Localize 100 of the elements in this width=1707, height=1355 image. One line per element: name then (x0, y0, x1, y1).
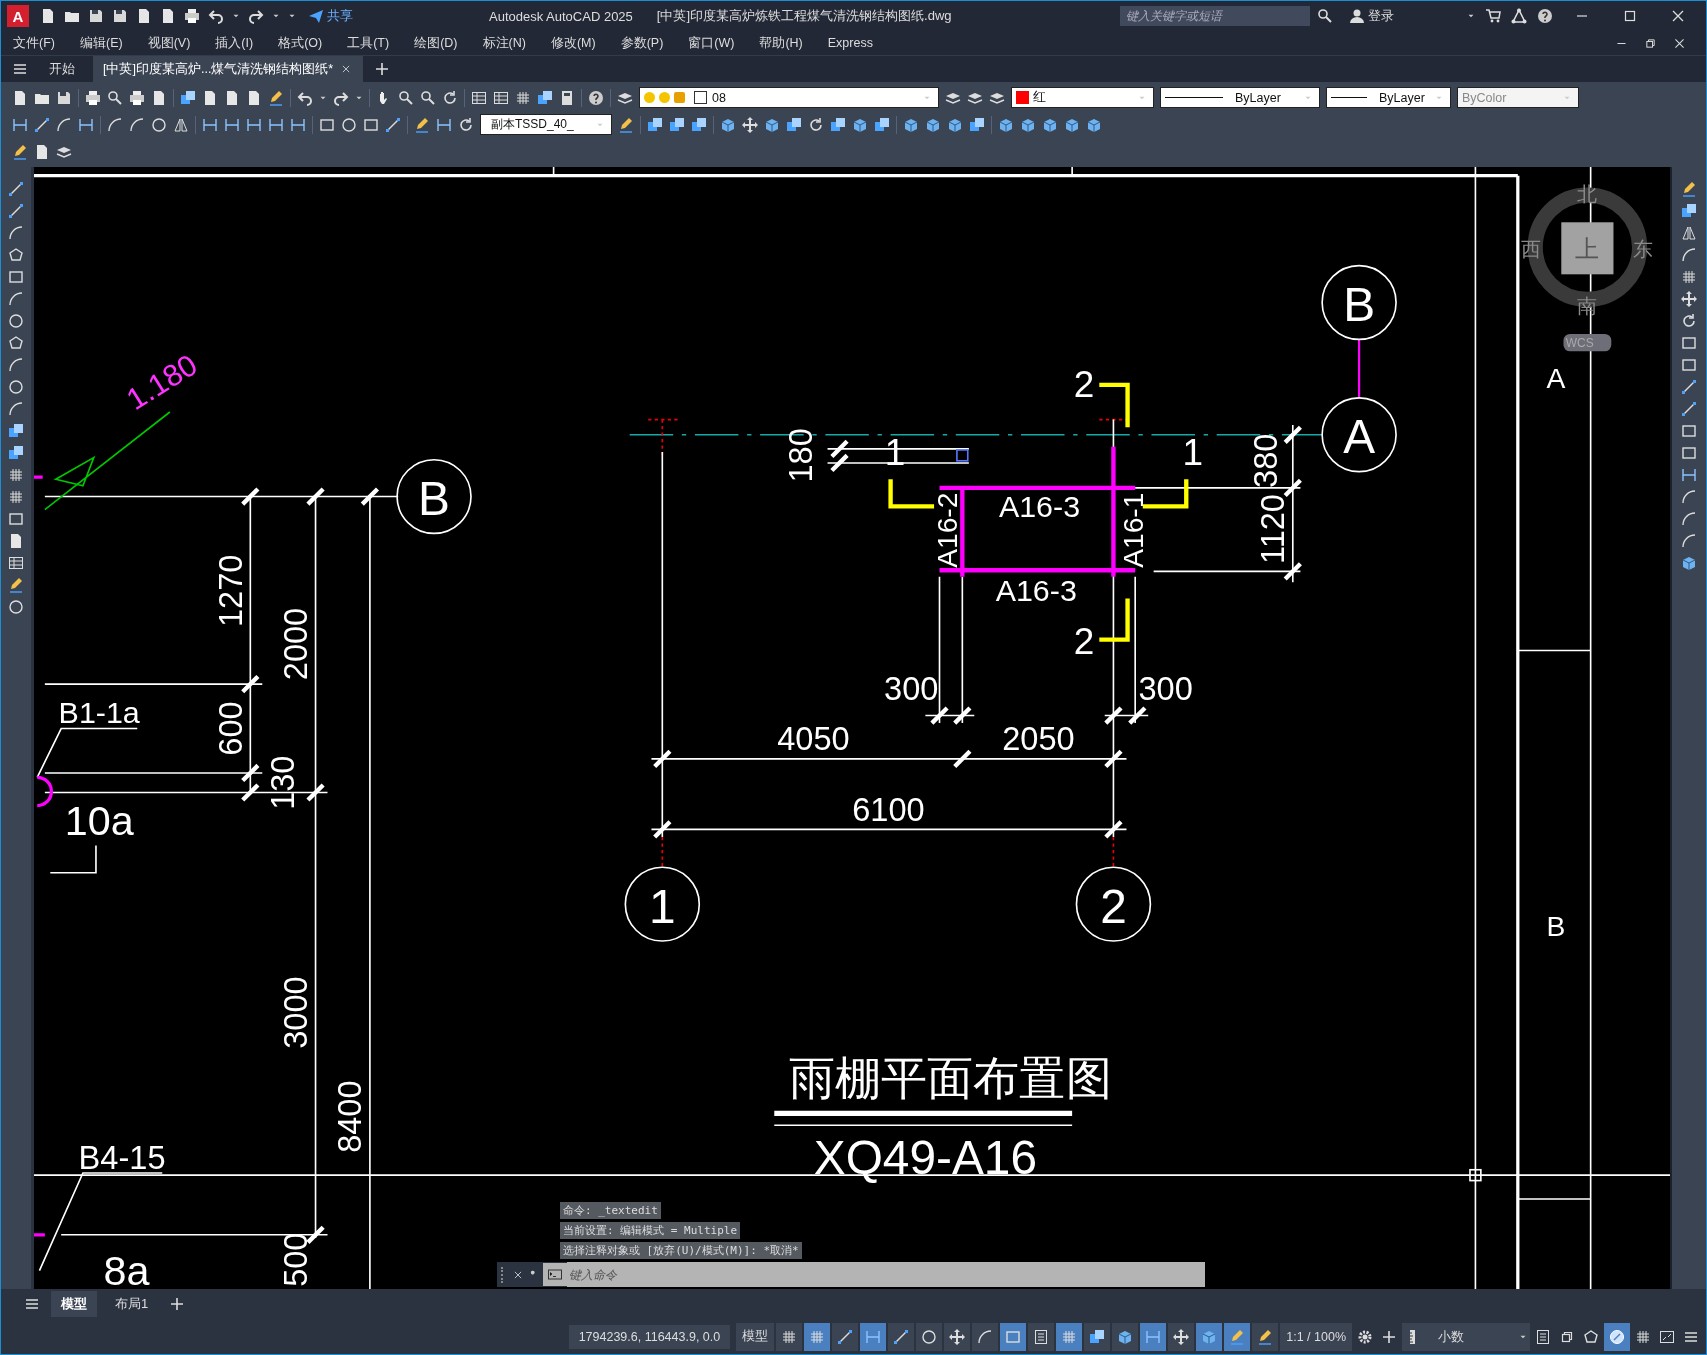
circle-icon[interactable] (8, 599, 24, 615)
menu-icon[interactable] (24, 1296, 40, 1312)
cube-toggle[interactable] (1112, 1322, 1139, 1351)
cube-icon[interactable] (903, 116, 919, 133)
arc-icon[interactable] (129, 116, 145, 133)
magnifier-icon[interactable] (420, 89, 436, 106)
table-icon[interactable] (471, 89, 487, 106)
dimension-style-dropdown[interactable]: 副本TSSD_40_ (480, 114, 612, 135)
circle-icon[interactable] (341, 116, 357, 133)
calculator-icon[interactable] (559, 89, 575, 106)
cube-icon[interactable] (764, 116, 780, 133)
overlapping-squares-icon[interactable] (830, 116, 846, 133)
menu-item[interactable]: 帮助(H) (759, 34, 803, 52)
annotation-scale-button[interactable]: 1:1 / 100% (1280, 1322, 1352, 1351)
sign-in-button[interactable]: 登录 (1340, 6, 1400, 26)
rotate-icon[interactable] (442, 89, 458, 106)
line-icon[interactable] (8, 203, 24, 219)
pentagon-icon[interactable] (8, 247, 24, 263)
printer-icon[interactable] (184, 8, 200, 24)
document-icon[interactable] (8, 533, 24, 549)
circle-toggle[interactable] (916, 1322, 943, 1351)
rectangle-icon[interactable] (1681, 357, 1697, 373)
document-icon[interactable] (12, 89, 28, 106)
move-toggle[interactable] (944, 1322, 971, 1351)
file-tab[interactable]: [中英]印度某高炉...煤气清洗钢结构图纸* (93, 56, 364, 82)
menu-item[interactable]: 窗口(W) (688, 34, 735, 52)
overlapping-squares-icon[interactable] (537, 89, 553, 106)
hardware-acceleration-toggle[interactable] (1604, 1322, 1630, 1351)
cube-toggle[interactable] (1196, 1322, 1223, 1351)
help-icon[interactable] (1537, 8, 1553, 24)
dimension-icon[interactable] (268, 116, 284, 133)
dimension-icon[interactable] (246, 116, 262, 133)
overlapping-squares-icon[interactable] (8, 423, 24, 439)
pencil-icon[interactable] (1681, 181, 1697, 197)
lineweight-dropdown[interactable]: ByLayer (1326, 87, 1451, 108)
menu-item[interactable]: Express (827, 36, 873, 50)
menu-icon[interactable] (12, 61, 28, 77)
cube-icon[interactable] (1042, 116, 1058, 133)
dimension-icon[interactable] (436, 116, 452, 133)
overlapping-squares-icon[interactable] (786, 116, 802, 133)
rectangle-icon[interactable] (1681, 335, 1697, 351)
arc-toggle[interactable] (972, 1322, 999, 1351)
magnifier-icon[interactable] (398, 89, 414, 106)
line-toggle[interactable] (888, 1322, 915, 1351)
arc-icon[interactable] (1681, 511, 1697, 527)
overlapping-squares-icon[interactable] (874, 116, 890, 133)
rotate-icon[interactable] (1681, 313, 1697, 329)
overlapping-squares-icon[interactable] (969, 116, 985, 133)
pencil-icon[interactable] (12, 143, 28, 160)
move-toggle[interactable] (1168, 1322, 1195, 1351)
grid-toggle[interactable] (1056, 1322, 1083, 1351)
dimension-icon[interactable] (290, 116, 306, 133)
app-logo[interactable]: A (7, 5, 29, 27)
menu-item[interactable]: 参数(P) (620, 34, 664, 52)
menu-item[interactable]: 修改(M) (550, 34, 596, 52)
move-icon[interactable] (1681, 291, 1697, 307)
menu-item[interactable]: 视图(V) (147, 34, 191, 52)
maximize-icon[interactable] (1622, 8, 1638, 24)
command-input[interactable]: 键入命令 (567, 1262, 1205, 1287)
mirror-icon[interactable] (173, 116, 189, 133)
rectangle-icon[interactable] (8, 511, 24, 527)
printer-icon[interactable] (85, 89, 101, 106)
overlapping-squares-icon[interactable] (180, 89, 196, 106)
rectangle-icon[interactable] (1681, 423, 1697, 439)
plus-icon[interactable] (1381, 1328, 1397, 1345)
drawing-canvas[interactable] (31, 167, 1670, 1289)
line-icon[interactable] (1681, 401, 1697, 417)
dimension-toggle[interactable] (860, 1322, 887, 1351)
arc-icon[interactable] (8, 291, 24, 307)
cube-icon[interactable] (720, 116, 736, 133)
close-icon[interactable] (341, 64, 352, 74)
document-icon[interactable] (136, 8, 152, 24)
pentagon-icon[interactable] (8, 335, 24, 351)
pencil-icon[interactable] (618, 116, 634, 133)
circle-icon[interactable] (8, 313, 24, 329)
circle-icon[interactable] (8, 379, 24, 395)
overlapping-squares-icon[interactable] (647, 116, 663, 133)
cube-icon[interactable] (1020, 116, 1036, 133)
document-icon[interactable] (34, 143, 50, 160)
compass-label[interactable]: 南 (1577, 294, 1598, 317)
fullscreen-icon[interactable] (1659, 1328, 1675, 1345)
cube-icon[interactable] (852, 116, 868, 133)
grid-toggle[interactable] (776, 1322, 803, 1351)
menu-item[interactable]: 绘图(D) (414, 34, 458, 52)
document-icon[interactable] (224, 89, 240, 106)
rotate-icon[interactable] (808, 116, 824, 133)
line-icon[interactable] (385, 116, 401, 133)
help-icon[interactable] (588, 89, 604, 106)
cube-icon[interactable] (925, 116, 941, 133)
plus-icon[interactable] (169, 1296, 186, 1312)
overlapping-squares-icon[interactable] (669, 116, 685, 133)
dimension-icon[interactable] (12, 116, 28, 133)
overlapping-squares-icon[interactable] (691, 116, 707, 133)
dimension-icon[interactable] (1681, 467, 1697, 483)
line-icon[interactable] (1681, 379, 1697, 395)
list-icon[interactable] (1535, 1328, 1551, 1345)
dimension-icon[interactable] (202, 116, 218, 133)
grid-icon[interactable] (8, 467, 24, 483)
menu-item[interactable]: 插入(I) (215, 34, 254, 52)
overlapping-squares-icon[interactable] (1681, 203, 1697, 219)
